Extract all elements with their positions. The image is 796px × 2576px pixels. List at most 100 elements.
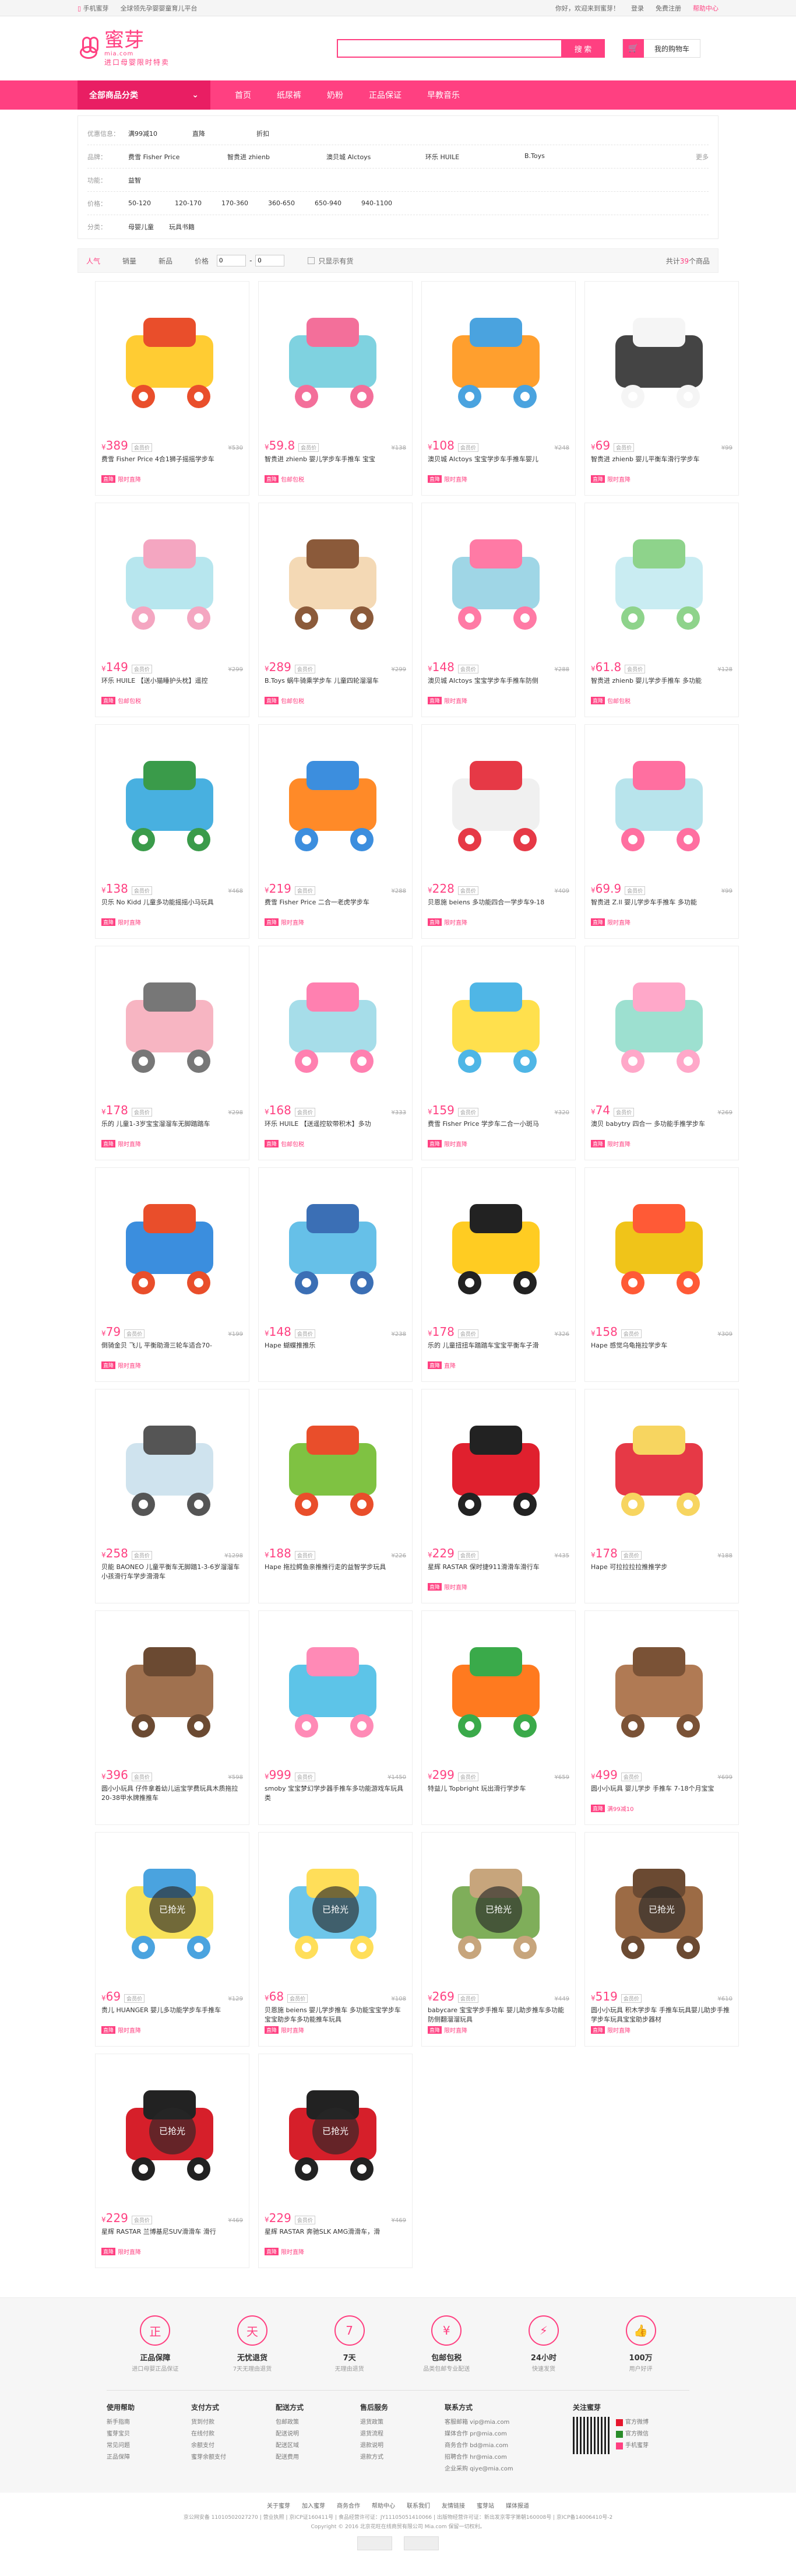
footer-link[interactable]: 退货流程 xyxy=(360,2428,445,2440)
footer-link[interactable]: 媒体合作 pr@mia.com xyxy=(445,2428,573,2440)
help-center-link[interactable]: 帮助中心 xyxy=(693,3,718,13)
filter-option[interactable]: 50-120 xyxy=(128,199,169,207)
product-name[interactable]: 贝恩施 beiens 多功能四合一学步车9-18 xyxy=(422,896,575,917)
mobile-link[interactable]: 手机蜜芽 xyxy=(616,2440,649,2452)
product-name[interactable]: 智贵进 zhienb 婴儿学步手推车 多功能 xyxy=(585,674,738,695)
product-card[interactable]: ¥999 会员价 ¥1450 smoby 宝宝梦幻学步器手推车多功能游戏车玩具类 xyxy=(258,1610,413,1825)
product-name[interactable]: 费雪 Fisher Price 4合1狮子摇摇学步车 xyxy=(96,452,249,473)
footer-link[interactable]: 正品保障 xyxy=(107,2452,191,2463)
footer-link[interactable]: 配送费用 xyxy=(276,2452,360,2463)
in-stock-checkbox[interactable]: 只显示有货 xyxy=(308,256,353,266)
product-name[interactable]: 圆小小玩具 仔件拿着幼儿运宝学费玩具木质拖拉20-38甲水牌推推车 xyxy=(96,1782,249,1803)
product-name[interactable]: 费雪 Fisher Price 学步车二合一小斑马 xyxy=(422,1117,575,1138)
product-card[interactable]: ¥289 会员价 ¥299 B.Toys 蜗牛骑乘学步车 儿童四轮溜溜车 直降包… xyxy=(258,503,413,717)
product-card[interactable]: ¥148 会员价 ¥238 Hape 蝴蝶推推乐 xyxy=(258,1167,413,1382)
nav-link-formula[interactable]: 奶粉 xyxy=(314,89,356,101)
filter-option[interactable]: 澳贝城 Alctoys xyxy=(326,152,414,162)
product-card[interactable]: ¥188 会员价 ¥226 Hape 拖拉鳄鱼亲推推行走的益智学步玩具 xyxy=(258,1389,413,1603)
product-name[interactable]: 环乐 HUILE 【送遥控软带积木】多功 xyxy=(259,1117,412,1138)
footer-link[interactable]: 新手指南 xyxy=(107,2417,191,2428)
product-card[interactable]: ¥299 会员价 ¥659 特益儿 Topbright 玩出滑行学步车 xyxy=(421,1610,576,1825)
product-image[interactable] xyxy=(96,1168,249,1321)
cart-button[interactable]: 🛒 我的购物车 xyxy=(622,39,701,58)
product-name[interactable]: 贵儿 HUANGER 婴儿多功能学步车手推车 xyxy=(96,2003,249,2024)
product-card[interactable]: 已抢光 ¥69 会员价 ¥129 贵儿 HUANGER 婴儿多功能学步车手推车 … xyxy=(95,1832,249,2047)
nav-link-authentic[interactable]: 正品保证 xyxy=(356,89,414,101)
product-image[interactable]: 已抢光 xyxy=(259,1833,412,1986)
product-card[interactable]: ¥178 会员价 ¥298 乐的 儿童1-3岁宝宝溜溜车无脚踏踏车 直降 限时直降 xyxy=(95,946,249,1160)
product-image[interactable] xyxy=(259,1389,412,1543)
footer-bottom-link[interactable]: 帮助中心 xyxy=(372,2503,395,2510)
filter-option[interactable]: 360-650 xyxy=(268,199,309,207)
product-card[interactable]: ¥159 会员价 ¥320 费雪 Fisher Price 学步车二合一小斑马 … xyxy=(421,946,576,1160)
filter-option[interactable]: 母婴儿童 xyxy=(128,222,169,231)
product-name[interactable]: 乐的 儿童1-3岁宝宝溜溜车无脚踏踏车 xyxy=(96,1117,249,1138)
filter-option[interactable]: 120-170 xyxy=(175,199,216,207)
product-card[interactable]: ¥59.8 会员价 ¥138 智贵进 zhienb 婴儿学步车手推车 宝宝 直降… xyxy=(258,281,413,496)
product-image[interactable]: 已抢光 xyxy=(96,2054,249,2208)
product-image[interactable] xyxy=(422,282,575,435)
product-card[interactable]: 已抢光 ¥519 会员价 ¥610 圆小小玩具 积木学步车 手推车玩具婴儿助步手… xyxy=(584,1832,739,2047)
product-name[interactable]: 星辉 RASTAR 奔驰SLK AMG滑滑车，滑 xyxy=(259,2225,412,2246)
footer-link[interactable]: 蜜芽余额支付 xyxy=(191,2452,276,2463)
product-name[interactable]: 圆小小玩具 婴儿学步 手推车 7-18个月宝宝 xyxy=(585,1782,738,1803)
price-to-input[interactable] xyxy=(255,255,285,266)
sort-popularity[interactable]: 人气 xyxy=(86,256,100,266)
register-link[interactable]: 免费注册 xyxy=(656,3,681,13)
footer-link[interactable]: 余额支付 xyxy=(191,2440,276,2452)
nav-link-music[interactable]: 早教音乐 xyxy=(414,89,473,101)
footer-bottom-link[interactable]: 加入蜜芽 xyxy=(302,2503,325,2510)
product-card[interactable]: ¥158 会员价 ¥309 Hape 感觉乌龟拖拉学步车 xyxy=(584,1167,739,1382)
product-name[interactable]: 澳贝城 Alctoys 宝宝学步车手推车婴儿 xyxy=(422,452,575,473)
product-image[interactable] xyxy=(585,1168,738,1321)
product-image[interactable] xyxy=(585,725,738,878)
footer-link[interactable]: 客服邮箱 vip@mia.com xyxy=(445,2417,573,2428)
product-name[interactable]: 特益儿 Topbright 玩出滑行学步车 xyxy=(422,1782,575,1803)
product-name[interactable]: smoby 宝宝梦幻学步器手推车多功能游戏车玩具类 xyxy=(259,1782,412,1803)
product-image[interactable] xyxy=(422,1389,575,1543)
footer-link[interactable]: 蜜芽宝贝 xyxy=(107,2428,191,2440)
trust-badge-icon[interactable] xyxy=(357,2536,392,2550)
product-image[interactable] xyxy=(585,946,738,1100)
product-card[interactable]: 已抢光 ¥68 会员价 ¥108 贝恩施 beiens 婴儿学步推车 多功能宝宝… xyxy=(258,1832,413,2047)
site-logo[interactable]: 蜜芽 mia.com 进口母婴限时特卖 xyxy=(78,30,322,67)
product-name[interactable]: 贝能 BAONEO 儿童平衡车无脚踏1-3-6岁溜溜车小孩滑行车学步滑滑车 xyxy=(96,1560,249,1581)
product-card[interactable]: ¥228 会员价 ¥409 贝恩施 beiens 多功能四合一学步车9-18 直… xyxy=(421,724,576,939)
product-card[interactable]: ¥69.9 会员价 ¥99 智贵进 Z.Il 婴儿学步车手推车 多功能 直降 限时… xyxy=(584,724,739,939)
product-card[interactable]: ¥258 会员价 ¥1298 贝能 BAONEO 儿童平衡车无脚踏1-3-6岁溜… xyxy=(95,1389,249,1603)
filter-option[interactable]: 170-360 xyxy=(221,199,262,207)
product-image[interactable] xyxy=(96,1611,249,1764)
product-card[interactable]: ¥138 会员价 ¥468 贝乐 No Kidd 儿童多功能摇摇小马玩具 直降限… xyxy=(95,724,249,939)
filter-option[interactable]: 满99减10 xyxy=(128,129,192,138)
product-name[interactable]: 费雪 Fisher Price 二合一老虎学步车 xyxy=(259,896,412,917)
product-card[interactable]: 已抢光 ¥269 会员价 ¥449 babycare 宝宝学步手推车 婴儿助步推… xyxy=(421,1832,576,2047)
product-image[interactable] xyxy=(422,1611,575,1764)
product-image[interactable] xyxy=(422,503,575,657)
filter-option[interactable]: 智贵进 zhienb xyxy=(227,152,315,162)
product-image[interactable]: 已抢光 xyxy=(96,1833,249,1986)
filter-option[interactable]: 费雪 Fisher Price xyxy=(128,152,216,162)
product-image[interactable] xyxy=(96,282,249,435)
product-image[interactable] xyxy=(259,503,412,657)
filter-option[interactable]: 650-940 xyxy=(315,199,355,207)
filter-option[interactable]: 环乐 HUILE xyxy=(425,152,513,162)
product-card[interactable]: ¥389 会员价 ¥530 费雪 Fisher Price 4合1狮子摇摇学步车… xyxy=(95,281,249,496)
filter-option[interactable]: 940-1100 xyxy=(361,199,402,207)
product-image[interactable] xyxy=(259,946,412,1100)
product-card[interactable]: ¥79 会员价 ¥199 倒骑金贝 飞儿 平衡助滑三轮车适合70- 直降 限时直降 xyxy=(95,1167,249,1382)
sort-sales[interactable]: 销量 xyxy=(122,256,136,266)
product-name[interactable]: Hape 拖拉鳄鱼亲推推行走的益智学步玩具 xyxy=(259,1560,412,1581)
product-image[interactable] xyxy=(259,282,412,435)
product-name[interactable]: 贝恩施 beiens 婴儿学步推车 多功能宝宝学步车宝宝助步车多功能推车玩具 xyxy=(259,2003,412,2024)
nav-link-home[interactable]: 首页 xyxy=(222,89,264,101)
product-card[interactable]: ¥168 会员价 ¥333 环乐 HUILE 【送遥控软带积木】多功 直降 包邮包… xyxy=(258,946,413,1160)
product-card[interactable]: ¥499 会员价 ¥699 圆小小玩具 婴儿学步 手推车 7-18个月宝宝 直降… xyxy=(584,1610,739,1825)
product-name[interactable]: 圆小小玩具 积木学步车 手推车玩具婴儿助步手推学步车玩具宝宝助步器材 xyxy=(585,2003,738,2024)
sort-newest[interactable]: 新品 xyxy=(159,256,172,266)
product-image[interactable]: 已抢光 xyxy=(422,1833,575,1986)
footer-link[interactable]: 退货政策 xyxy=(360,2417,445,2428)
mobile-app-link[interactable]: ▯ 手机蜜芽 xyxy=(78,3,109,13)
footer-bottom-link[interactable]: 联系我们 xyxy=(407,2503,430,2510)
product-image[interactable] xyxy=(259,725,412,878)
product-image[interactable] xyxy=(422,946,575,1100)
